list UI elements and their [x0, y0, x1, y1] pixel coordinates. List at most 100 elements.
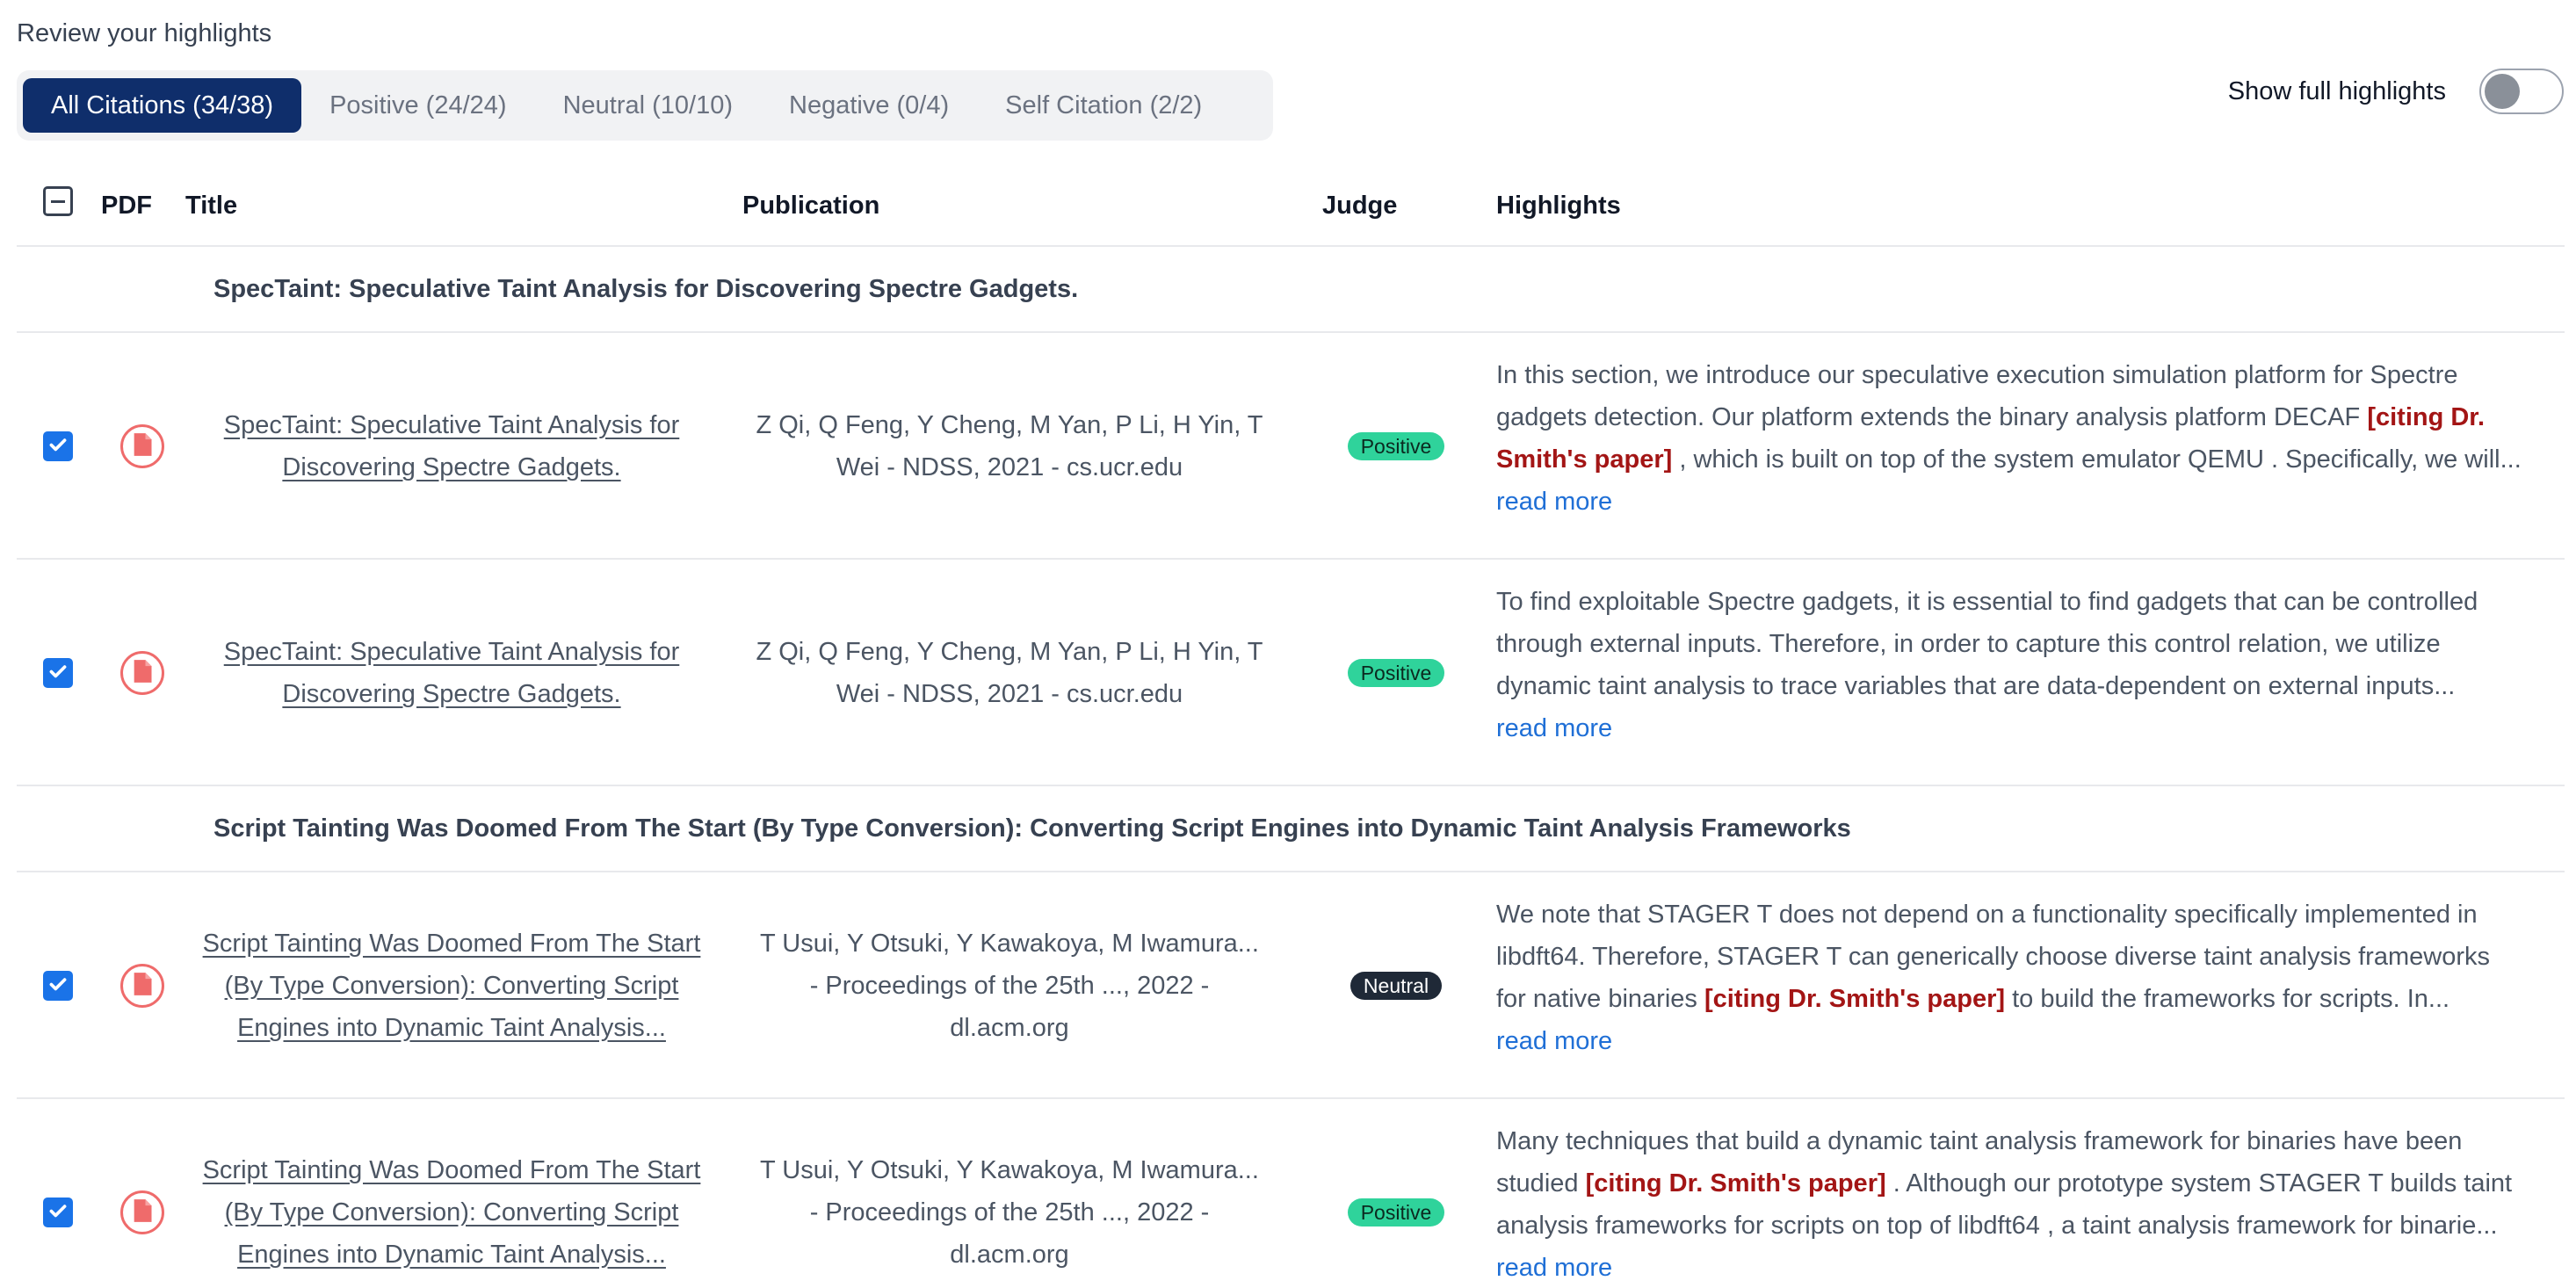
paper-title-link[interactable]: SpecTaint: Speculative Taint Analysis fo… — [224, 638, 680, 666]
paper-title-cell: Script Tainting Was Doomed From The Star… — [192, 923, 711, 1049]
tab-filter[interactable]: Neutral (10/10) — [535, 78, 761, 133]
highlight-text: through external inputs. Therefore, in o… — [1496, 630, 2441, 658]
row-checkbox[interactable] — [43, 971, 73, 1001]
read-more-link[interactable]: read more — [1496, 707, 1612, 749]
pdf-file-icon — [132, 1198, 153, 1227]
read-more-link[interactable]: read more — [1496, 1247, 1612, 1288]
publication-cell: Z Qi, Q Feng, Y Cheng, M Yan, P Li, H Yi… — [746, 404, 1273, 488]
tab-filter[interactable]: Self Citation (2/2) — [977, 78, 1230, 133]
pdf-button[interactable] — [120, 651, 164, 695]
paper-title-link[interactable]: Script Tainting Was Doomed From The Star… — [203, 930, 701, 958]
publication-line: - Proceedings of the 25th ..., 2022 - — [809, 1198, 1210, 1226]
highlight-text: To find exploitable Spectre gadgets, it … — [1496, 588, 2478, 616]
highlight-cell: In this section, we introduce our specul… — [1496, 354, 2568, 523]
page-heading: Review your highlights — [17, 19, 272, 47]
filter-tabs: All Citations (34/38) Positive (24/24) Neu… — [17, 70, 1273, 141]
show-full-highlights-control: Show full highlights — [2228, 69, 2564, 114]
judge-cell: Positive — [1330, 1198, 1462, 1226]
highlight-line: studied [citing Dr. Smith's paper] . Alt… — [1496, 1162, 2568, 1205]
judge-cell: Positive — [1330, 659, 1462, 687]
paper-title-link[interactable]: Discovering Spectre Gadgets. — [282, 453, 620, 481]
highlight-text: , which is built on top of the system em… — [1672, 445, 2522, 474]
read-more-link[interactable]: read more — [1496, 1020, 1612, 1062]
paper-title-cell: SpecTaint: Speculative Taint Analysis fo… — [192, 404, 711, 488]
pdf-file-icon — [132, 432, 153, 461]
column-header-publication: Publication — [742, 192, 880, 220]
paper-title-link[interactable]: (By Type Conversion): Converting Script — [225, 972, 679, 1000]
checkmark-icon — [47, 660, 69, 687]
paper-title-link[interactable]: Script Tainting Was Doomed From The Star… — [203, 1156, 701, 1184]
highlight-line: dynamic taint analysis to trace variable… — [1496, 665, 2568, 707]
publication-line: Wei - NDSS, 2021 - cs.ucr.edu — [836, 453, 1183, 481]
pdf-button[interactable] — [120, 1190, 164, 1234]
judge-badge: Positive — [1347, 1198, 1445, 1226]
citation-marker: Smith's paper] — [1496, 445, 1673, 474]
citation-marker: [citing Dr. Smith's paper] — [1704, 985, 2006, 1013]
tab-filter[interactable]: Positive (24/24) — [301, 78, 535, 133]
checkmark-icon — [47, 433, 69, 460]
highlight-cell: To find exploitable Spectre gadgets, it … — [1496, 581, 2568, 749]
paper-title-link[interactable]: Discovering Spectre Gadgets. — [282, 680, 620, 708]
highlight-text: for native binaries — [1496, 985, 1704, 1013]
judge-badge: Positive — [1347, 659, 1445, 687]
paper-title-link[interactable]: SpecTaint: Speculative Taint Analysis fo… — [224, 411, 680, 439]
publication-line: T Usui, Y Otsuki, Y Kawakoya, M Iwamura.… — [760, 1156, 1259, 1184]
publication-line: Wei - NDSS, 2021 - cs.ucr.edu — [836, 680, 1183, 708]
highlight-line: gadgets detection. Our platform extends … — [1496, 396, 2568, 438]
pdf-button[interactable] — [120, 424, 164, 468]
highlight-line: We note that STAGER T does not depend on… — [1496, 894, 2568, 936]
pdf-button[interactable] — [120, 964, 164, 1008]
table-row: Script Tainting Was Doomed From The Star… — [17, 1099, 2565, 1288]
row-checkbox[interactable] — [43, 1198, 73, 1227]
highlight-text: analysis frameworks for scripts on top o… — [1496, 1212, 2498, 1240]
highlight-text: . Although our prototype system STAGER T… — [1885, 1169, 2513, 1198]
select-all-checkbox[interactable] — [43, 186, 73, 216]
row-checkbox[interactable] — [43, 431, 73, 461]
paper-title-cell: Script Tainting Was Doomed From The Star… — [192, 1149, 711, 1276]
show-full-highlights-toggle[interactable] — [2479, 69, 2564, 114]
paper-title-link[interactable]: (By Type Conversion): Converting Script — [225, 1198, 679, 1226]
publication-line: - Proceedings of the 25th ..., 2022 - — [809, 972, 1210, 1000]
highlight-text: to build the frameworks for scripts. In.… — [2005, 985, 2450, 1013]
judge-badge: Positive — [1347, 432, 1445, 460]
minus-icon — [51, 199, 65, 203]
table-body: SpecTaint: Speculative Taint Analysis fo… — [17, 247, 2565, 1288]
pdf-file-icon — [132, 659, 153, 688]
checkmark-icon — [47, 1199, 69, 1226]
highlight-text: dynamic taint analysis to trace variable… — [1496, 672, 2456, 700]
highlight-line: libdft64. Therefore, STAGER T can generi… — [1496, 936, 2568, 978]
publication-line: dl.acm.org — [950, 1014, 1069, 1042]
highlight-line: analysis frameworks for scripts on top o… — [1496, 1205, 2568, 1247]
paper-title-link[interactable]: Engines into Dynamic Taint Analysis... — [237, 1014, 666, 1042]
citation-marker: [citing Dr. Smith's paper] — [1585, 1169, 1886, 1198]
highlight-text: libdft64. Therefore, STAGER T can generi… — [1496, 943, 2490, 971]
tab-filter[interactable]: All Citations (34/38) — [23, 78, 302, 133]
highlight-line: Many techniques that build a dynamic tai… — [1496, 1120, 2568, 1162]
highlight-text: In this section, we introduce our specul… — [1496, 361, 2458, 389]
judge-cell: Neutral — [1330, 972, 1462, 1000]
highlight-line: Smith's paper] , which is built on top o… — [1496, 438, 2568, 481]
publication-line: dl.acm.org — [950, 1241, 1069, 1269]
group-header: Script Tainting Was Doomed From The Star… — [17, 786, 2565, 872]
tab-filter[interactable]: Negative (0/4) — [761, 78, 977, 133]
highlight-cell: Many techniques that build a dynamic tai… — [1496, 1120, 2568, 1288]
toggle-label: Show full highlights — [2227, 76, 2446, 105]
paper-title-cell: SpecTaint: Speculative Taint Analysis fo… — [192, 631, 711, 715]
read-more-link[interactable]: read more — [1496, 481, 1612, 523]
highlight-text: studied — [1496, 1169, 1586, 1198]
citation-marker: [citing Dr. — [2367, 403, 2486, 431]
judge-badge: Neutral — [1350, 972, 1443, 1000]
column-header-title: Title — [185, 192, 238, 220]
checkmark-icon — [47, 973, 69, 1000]
pdf-file-icon — [132, 972, 153, 1001]
publication-line: Z Qi, Q Feng, Y Cheng, M Yan, P Li, H Yi… — [756, 638, 1263, 666]
highlight-text: Many techniques that build a dynamic tai… — [1496, 1127, 2463, 1155]
paper-title-link[interactable]: Engines into Dynamic Taint Analysis... — [237, 1241, 666, 1269]
column-header-highlights: Highlights — [1496, 192, 1621, 220]
publication-cell: T Usui, Y Otsuki, Y Kawakoya, M Iwamura.… — [746, 923, 1273, 1049]
table-row: SpecTaint: Speculative Taint Analysis fo… — [17, 333, 2565, 560]
column-header-pdf: PDF — [101, 192, 152, 220]
publication-cell: T Usui, Y Otsuki, Y Kawakoya, M Iwamura.… — [746, 1149, 1273, 1276]
highlight-line: In this section, we introduce our specul… — [1496, 354, 2568, 396]
row-checkbox[interactable] — [43, 658, 73, 688]
